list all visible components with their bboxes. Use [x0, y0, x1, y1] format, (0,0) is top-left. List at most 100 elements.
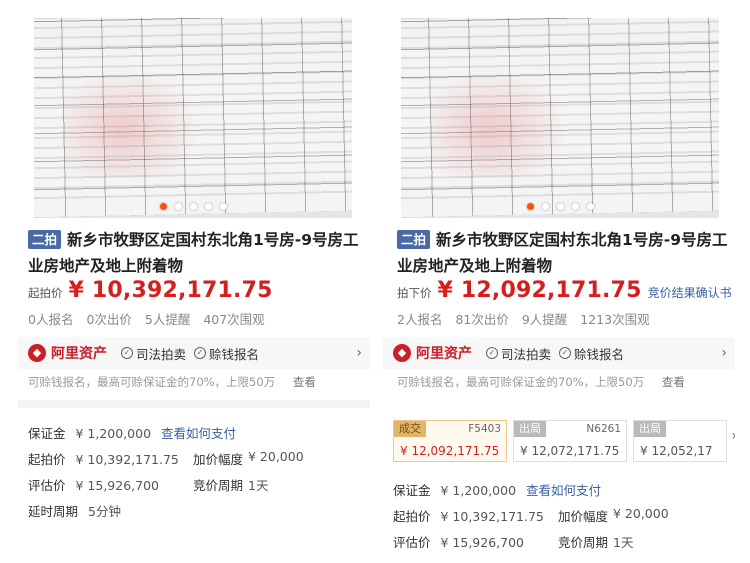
listing-title: 二拍 新乡市牧野区定国村东北角1号房-9号房工业房地产及地上附着物: [28, 227, 368, 279]
credit-notice: 可赊钱报名，最高可赊保证金的70%，上限50万 查看: [397, 374, 685, 390]
carousel-dot[interactable]: [159, 203, 167, 210]
stats-row: 0人报名 0次出价 5人提醒 407次围观: [28, 309, 274, 328]
credit-view-link[interactable]: 查看: [293, 375, 316, 389]
tag-judicial: 司法拍卖: [136, 346, 187, 362]
how-to-pay-link[interactable]: 查看如何支付: [526, 483, 601, 498]
delay-value: 5分钟: [88, 504, 121, 519]
increment-label: 加价幅度: [193, 452, 244, 467]
chevron-right-icon: ›: [356, 345, 362, 361]
tag-credit: 赊钱报名: [209, 346, 260, 362]
check-circle-icon: ✓: [121, 347, 133, 359]
bid-amount: ¥ 12,072,171.75: [520, 444, 620, 458]
bid-record[interactable]: 出局 N6261 ¥ 12,072,171.75: [513, 420, 627, 462]
appraisal-value: ¥ 15,926,700: [75, 478, 160, 493]
round-badge: 二拍: [28, 230, 62, 249]
carousel-dot[interactable]: [571, 203, 579, 210]
property-photo-carousel[interactable]: [34, 18, 352, 218]
auction-card-right: 二拍 新乡市牧野区定国村东北角1号房-9号房工业房地产及地上附着物 拍下价 ¥ 1…: [383, 0, 735, 563]
deposit-row: 保证金 ¥ 1,200,000 查看如何支付: [28, 423, 236, 442]
credit-notice: 可赊钱报名，最高可赊保证金的70%，上限50万 查看: [28, 374, 316, 390]
price-label: 起拍价: [28, 286, 63, 300]
bidder-code: N6261: [586, 423, 621, 435]
view-count: 1213次围观: [580, 312, 650, 327]
check-circle-icon: ✓: [559, 347, 572, 359]
carousel-dots: [34, 203, 352, 210]
appraisal-label: 评估价: [28, 478, 66, 493]
result-confirmation-link[interactable]: 竞价结果确认书: [648, 284, 732, 301]
tag-judicial: 司法拍卖: [501, 346, 552, 362]
divider: [18, 400, 370, 408]
signup-count: 2人报名: [397, 312, 443, 327]
deposit-value: ¥ 1,200,000: [75, 426, 152, 441]
start-price-label: 起拍价: [393, 509, 431, 524]
carousel-dot[interactable]: [189, 203, 197, 210]
carousel-dot[interactable]: [526, 203, 534, 210]
bid-history: 成交 F5403 ¥ 12,092,171.75 出局 N6261 ¥ 12,0…: [393, 420, 735, 462]
bid-status: 出局: [634, 421, 666, 437]
appraisal-row: 评估价 ¥ 15,926,700 竞价周期 1天: [28, 475, 368, 494]
listing-title: 二拍 新乡市牧野区定国村东北角1号房-9号房工业房地产及地上附着物: [397, 227, 735, 279]
delay-row: 延时周期 5分钟: [28, 501, 121, 520]
price-value: ¥ 12,092,171.75: [437, 278, 642, 303]
round-badge: 二拍: [397, 230, 431, 249]
bid-count: 0次出价: [86, 312, 132, 327]
stats-row: 2人报名 81次出价 9人提醒 1213次围观: [397, 309, 659, 328]
alibaba-assets-logo-icon: ◆: [393, 344, 411, 362]
price-value: ¥ 10,392,171.75: [68, 278, 273, 303]
carousel-dot[interactable]: [586, 203, 594, 210]
deposit-value: ¥ 1,200,000: [440, 483, 517, 498]
brand-name: 阿里资产: [51, 346, 107, 362]
brand-bar[interactable]: ◆ 阿里资产 ✓ 司法拍卖 ✓ 赊钱报名 ›: [18, 337, 370, 369]
brand-name: 阿里资产: [416, 346, 472, 362]
deposit-row: 保证金 ¥ 1,200,000 查看如何支付: [393, 480, 601, 499]
reminder-count: 5人提醒: [144, 312, 191, 327]
carousel-dot[interactable]: [541, 203, 549, 210]
delay-label: 延时周期: [28, 504, 79, 519]
price-row: 拍下价 ¥ 12,092,171.75 竞价结果确认书: [397, 278, 732, 303]
brand-bar[interactable]: ◆ 阿里资产 ✓ 司法拍卖 ✓ 赊钱报名 ›: [383, 337, 735, 369]
carousel-dot[interactable]: [174, 203, 182, 210]
appraisal-value: ¥ 15,926,700: [440, 535, 525, 550]
appraisal-row: 评估价 ¥ 15,926,700 竞价周期 1天: [393, 532, 733, 551]
start-row: 起拍价 ¥ 10,392,171.75 加价幅度 ¥ 20,000: [393, 506, 733, 525]
bid-amount: ¥ 12,052,17: [640, 444, 713, 458]
carousel-dot[interactable]: [219, 203, 227, 210]
reminder-count: 9人提醒: [521, 312, 568, 327]
deposit-label: 保证金: [393, 483, 431, 498]
start-row: 起拍价 ¥ 10,392,171.75 加价幅度 ¥ 20,000: [28, 449, 368, 468]
bid-status: 出局: [514, 421, 546, 437]
bid-count: 81次出价: [455, 312, 509, 327]
carousel-dot[interactable]: [556, 203, 564, 210]
bid-amount: ¥ 12,092,171.75: [400, 444, 500, 458]
credit-view-link[interactable]: 查看: [662, 375, 685, 389]
check-circle-icon: ✓: [194, 347, 207, 359]
cycle-value: 1天: [248, 478, 269, 493]
start-price-label: 起拍价: [28, 452, 66, 467]
bid-status: 成交: [394, 421, 426, 437]
check-circle-icon: ✓: [486, 347, 498, 359]
signup-count: 0人报名: [28, 312, 74, 327]
carousel-dot[interactable]: [204, 203, 212, 210]
carousel-dots: [401, 203, 719, 210]
bid-record[interactable]: 出局 ¥ 12,052,17: [633, 420, 727, 462]
how-to-pay-link[interactable]: 查看如何支付: [161, 426, 236, 441]
start-price-value: ¥ 10,392,171.75: [440, 509, 544, 524]
increment-value: ¥ 20,000: [248, 449, 304, 464]
title-text: 新乡市牧野区定国村东北角1号房-9号房工业房地产及地上附着物: [397, 231, 728, 275]
cycle-label: 竞价周期: [558, 535, 609, 550]
alibaba-assets-logo-icon: ◆: [28, 344, 46, 362]
chevron-right-icon: ›: [721, 345, 727, 361]
credit-notice-text: 可赊钱报名，最高可赊保证金的70%，上限50万: [28, 375, 276, 389]
cycle-label: 竞价周期: [193, 478, 244, 493]
start-price-value: ¥ 10,392,171.75: [75, 452, 179, 467]
deposit-label: 保证金: [28, 426, 66, 441]
view-count: 407次围观: [203, 312, 265, 327]
title-text: 新乡市牧野区定国村东北角1号房-9号房工业房地产及地上附着物: [28, 231, 359, 275]
auction-card-left: 二拍 新乡市牧野区定国村东北角1号房-9号房工业房地产及地上附着物 起拍价 ¥ 1…: [18, 0, 370, 563]
increment-label: 加价幅度: [558, 509, 609, 524]
bidder-code: F5403: [468, 423, 501, 435]
property-photo-carousel[interactable]: [401, 18, 719, 218]
price-row: 起拍价 ¥ 10,392,171.75: [28, 278, 273, 303]
bid-record[interactable]: 成交 F5403 ¥ 12,092,171.75: [393, 420, 507, 462]
chevron-right-icon[interactable]: ›: [731, 428, 735, 444]
